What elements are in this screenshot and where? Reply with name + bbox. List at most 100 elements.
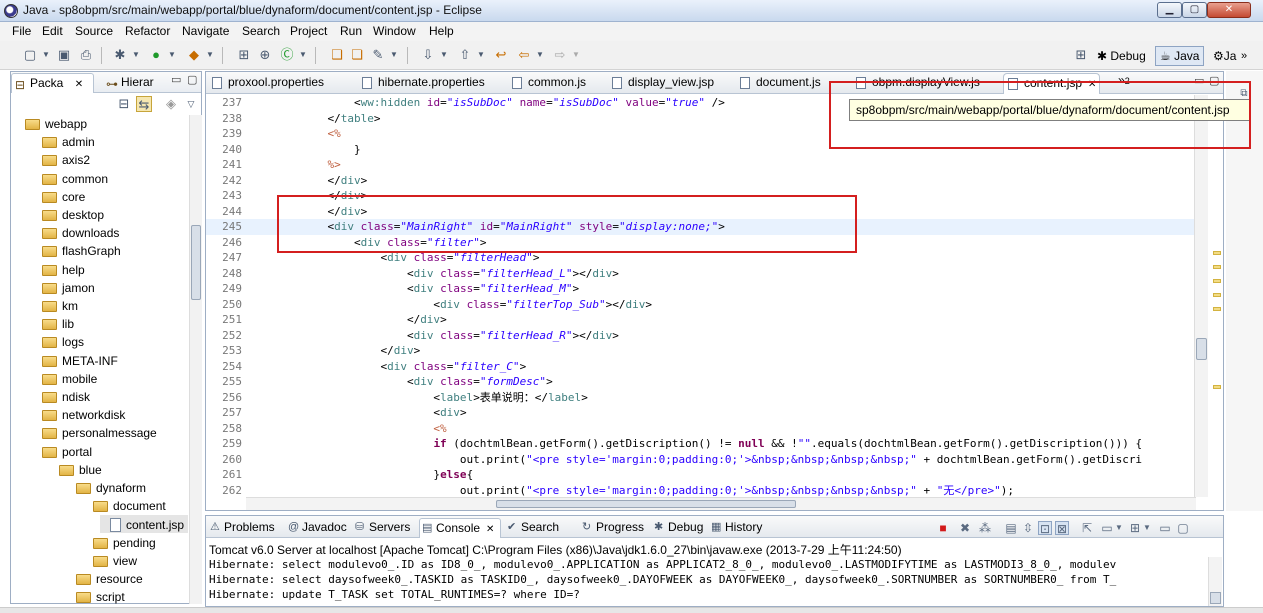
editor-tab[interactable]: document.js	[736, 73, 842, 94]
editor-horizontal-scrollbar-thumb[interactable]	[496, 500, 796, 508]
editor-tab[interactable]: hibernate.properties	[358, 73, 498, 94]
editor-tab[interactable]: display_view.jsp	[608, 73, 726, 94]
menu-run[interactable]: Run	[340, 24, 362, 38]
code-line[interactable]: 251 </div>	[206, 312, 1194, 328]
debug-dropdown-icon[interactable]: ▼	[128, 47, 144, 63]
tree-folder-item[interactable]: lib	[32, 315, 74, 333]
tree-folder-item[interactable]: desktop	[32, 206, 104, 224]
overview-marker[interactable]	[1213, 279, 1221, 283]
minimize-console-icon[interactable]: ▭	[1158, 521, 1172, 535]
menu-file[interactable]: File	[12, 24, 31, 38]
menu-window[interactable]: Window	[373, 24, 416, 38]
new-class-dropdown-icon[interactable]: ▼	[295, 47, 311, 63]
code-line[interactable]: 260 out.print("<pre style='margin:0;padd…	[206, 452, 1194, 468]
new-package-icon[interactable]: ⊕	[257, 47, 273, 63]
run-dropdown-icon[interactable]: ▼	[164, 47, 180, 63]
menu-project[interactable]: Project	[290, 24, 327, 38]
new-dropdown-icon[interactable]: ▼	[38, 47, 54, 63]
tree-folder-item[interactable]: webapp	[15, 115, 87, 133]
console-tab[interactable]: @ Javadoc	[286, 518, 350, 538]
open-perspective-icon[interactable]: ⊞	[1073, 47, 1089, 63]
editor-horizontal-scrollbar[interactable]	[246, 497, 1196, 510]
console-scrollbar-thumb[interactable]	[1210, 592, 1221, 604]
code-line[interactable]: 253 </div>	[206, 343, 1194, 359]
menu-refactor[interactable]: Refactor	[125, 24, 170, 38]
remove-all-terminated-icon[interactable]: ⁂	[978, 521, 992, 535]
remove-launch-icon[interactable]: ✖	[958, 521, 972, 535]
code-line[interactable]: 255 <div class="formDesc">	[206, 374, 1194, 390]
run-icon[interactable]: ●	[148, 47, 164, 63]
new-java-project-icon[interactable]: ⊞	[236, 47, 252, 63]
debug-run-icon[interactable]: ✱	[112, 47, 128, 63]
overview-marker[interactable]	[1213, 251, 1221, 255]
tree-scrollbar-thumb[interactable]	[191, 225, 201, 300]
editor-vertical-scrollbar[interactable]	[1194, 95, 1208, 497]
close-icon[interactable]: ✕	[486, 524, 494, 535]
perspective-java-ee[interactable]: ⚙Ja	[1208, 46, 1241, 66]
scroll-lock-icon[interactable]: ⇳	[1021, 521, 1035, 535]
show-on-output-icon[interactable]: ⊡	[1038, 521, 1052, 536]
tree-folder-item[interactable]: blue	[49, 461, 102, 479]
tree-folder-item[interactable]: common	[32, 170, 108, 188]
tree-folder-item[interactable]: script	[66, 588, 125, 604]
forward-icon[interactable]: ⇨	[552, 47, 568, 63]
console-tab[interactable]: ▤ Console ✕	[419, 518, 501, 538]
search-icon[interactable]: ✎	[370, 47, 386, 63]
code-line[interactable]: 256 <label>表单说明：</label>	[206, 390, 1194, 406]
tree-folder-item[interactable]: networkdisk	[32, 406, 125, 424]
editor-tab[interactable]: proxool.properties	[208, 73, 348, 94]
overview-marker[interactable]	[1213, 307, 1221, 311]
code-line[interactable]: 248 <div class="filterHead_L"></div>	[206, 266, 1194, 282]
tab-hierarchy[interactable]: ⊶ Hierar	[103, 73, 169, 93]
editor-tab[interactable]: common.js	[508, 73, 598, 94]
view-menu-icon[interactable]: ▽	[183, 96, 199, 112]
tree-scrollbar[interactable]	[189, 115, 202, 604]
tree-folder-item[interactable]: personalmessage	[32, 424, 157, 442]
prev-annotation-dropdown-icon[interactable]: ▼	[473, 47, 489, 63]
tree-folder-item[interactable]: dynaform	[66, 479, 146, 497]
code-line[interactable]: 258 <%	[206, 421, 1194, 437]
external-tools-dropdown-icon[interactable]: ▼	[202, 47, 218, 63]
search-dropdown-icon[interactable]: ▼	[386, 47, 402, 63]
terminate-icon[interactable]: ■	[936, 521, 950, 535]
prev-annotation-icon[interactable]: ⇧	[457, 47, 473, 63]
console-scrollbar[interactable]	[1208, 557, 1222, 606]
perspective-debug[interactable]: ✱ Debug	[1092, 46, 1151, 66]
console-tab[interactable]: ▦ History	[709, 518, 775, 538]
forward-dropdown-icon[interactable]: ▼	[568, 47, 584, 63]
code-line[interactable]: 242 </div>	[206, 173, 1194, 189]
tab-package-explorer[interactable]: ⊟ Packa ✕	[11, 73, 94, 93]
last-edit-location-icon[interactable]: ↩	[493, 47, 509, 63]
tree-folder-item[interactable]: downloads	[32, 224, 119, 242]
new-icon[interactable]: ▢	[22, 47, 38, 63]
overview-marker[interactable]	[1213, 265, 1221, 269]
tree-folder-item[interactable]: mobile	[32, 370, 97, 388]
open-type-icon[interactable]: ❑	[329, 47, 345, 63]
open-console-dropdown-icon[interactable]: ▼	[1140, 521, 1154, 535]
close-button[interactable]: ✕	[1207, 2, 1251, 18]
menu-edit[interactable]: Edit	[42, 24, 63, 38]
code-line[interactable]: 250 <div class="filterTop_Sub"></div>	[206, 297, 1194, 313]
code-line[interactable]: 254 <div class="filter_C">	[206, 359, 1194, 375]
console-tab[interactable]: ✔ Search	[505, 518, 576, 538]
code-area[interactable]: 237 <ww:hidden id="isSubDoc" name="isSub…	[206, 95, 1194, 497]
tree-folder-item[interactable]: resource	[66, 570, 143, 588]
back-icon[interactable]: ⇦	[516, 47, 532, 63]
code-line[interactable]: 262 out.print("<pre style='margin:0;padd…	[206, 483, 1194, 498]
clear-console-icon[interactable]: ▤	[1004, 521, 1018, 535]
save-icon[interactable]: ▣	[56, 47, 72, 63]
print-icon[interactable]: ⎙	[78, 47, 94, 63]
minimize-button[interactable]: ▁	[1157, 2, 1182, 18]
new-class-icon[interactable]: Ⓒ	[279, 47, 295, 63]
show-on-error-icon[interactable]: ⊠	[1055, 521, 1069, 536]
tree-folder-item[interactable]: admin	[32, 133, 95, 151]
perspective-java[interactable]: ☕ Java	[1155, 46, 1205, 66]
console-tab[interactable]: ↻ Progress	[580, 518, 648, 538]
code-line[interactable]: 259 if (dochtmlBean.getForm().getDiscrip…	[206, 436, 1194, 452]
tree-folder-item[interactable]: jamon	[32, 279, 95, 297]
display-console-dropdown-icon[interactable]: ▼	[1112, 521, 1126, 535]
code-line[interactable]: 249 <div class="filterHead_M">	[206, 281, 1194, 297]
overview-marker[interactable]	[1213, 293, 1221, 297]
maximize-view-icon[interactable]: ▢	[187, 73, 197, 86]
maximize-button[interactable]: ▢	[1182, 2, 1207, 18]
